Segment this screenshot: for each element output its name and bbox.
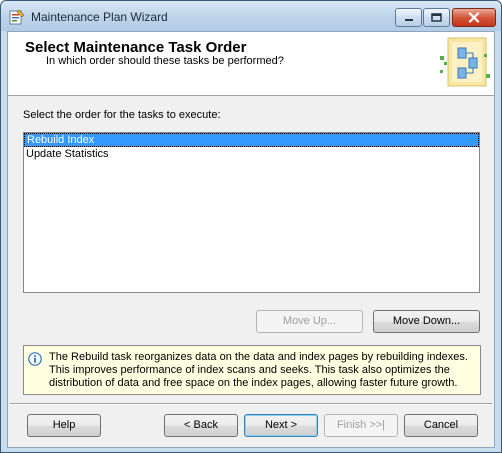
cancel-button[interactable]: Cancel (404, 414, 478, 437)
move-down-button[interactable]: Move Down... (373, 310, 480, 333)
task-description-text: The Rebuild task reorganizes data on the… (49, 351, 468, 389)
page-subtitle: In which order should these tasks be per… (46, 55, 284, 67)
list-item[interactable]: Update Statistics (24, 147, 479, 161)
list-item[interactable]: Rebuild Index (24, 133, 479, 147)
footer-separator (10, 403, 492, 405)
wizard-header: Select Maintenance Task Order In which o… (8, 32, 494, 96)
wizard-graphic-icon (440, 37, 490, 87)
maximize-button[interactable] (423, 8, 450, 27)
info-icon (28, 352, 42, 366)
wizard-client-area: Select Maintenance Task Order In which o… (7, 31, 495, 448)
close-icon (468, 12, 480, 23)
task-order-prompt: Select the order for the tasks to execut… (23, 109, 221, 121)
window-title: Maintenance Plan Wizard (31, 10, 168, 24)
task-order-list[interactable]: Rebuild Index Update Statistics (23, 132, 480, 293)
task-description-box: The Rebuild task reorganizes data on the… (23, 345, 481, 395)
minimize-button[interactable] (395, 8, 422, 27)
back-button[interactable]: < Back (164, 414, 238, 437)
move-up-button[interactable]: Move Up... (256, 310, 363, 333)
help-button[interactable]: Help (27, 414, 101, 437)
maintenance-plan-icon (9, 9, 25, 25)
close-button[interactable] (452, 8, 496, 27)
minimize-icon (404, 18, 413, 21)
next-button[interactable]: Next > (244, 414, 318, 437)
maximize-icon (431, 13, 442, 22)
title-bar[interactable]: Maintenance Plan Wizard (1, 1, 501, 31)
wizard-window: Maintenance Plan Wizard Select Maintenan… (0, 0, 502, 453)
page-title: Select Maintenance Task Order (25, 39, 247, 56)
finish-button[interactable]: Finish >>| (324, 414, 398, 437)
